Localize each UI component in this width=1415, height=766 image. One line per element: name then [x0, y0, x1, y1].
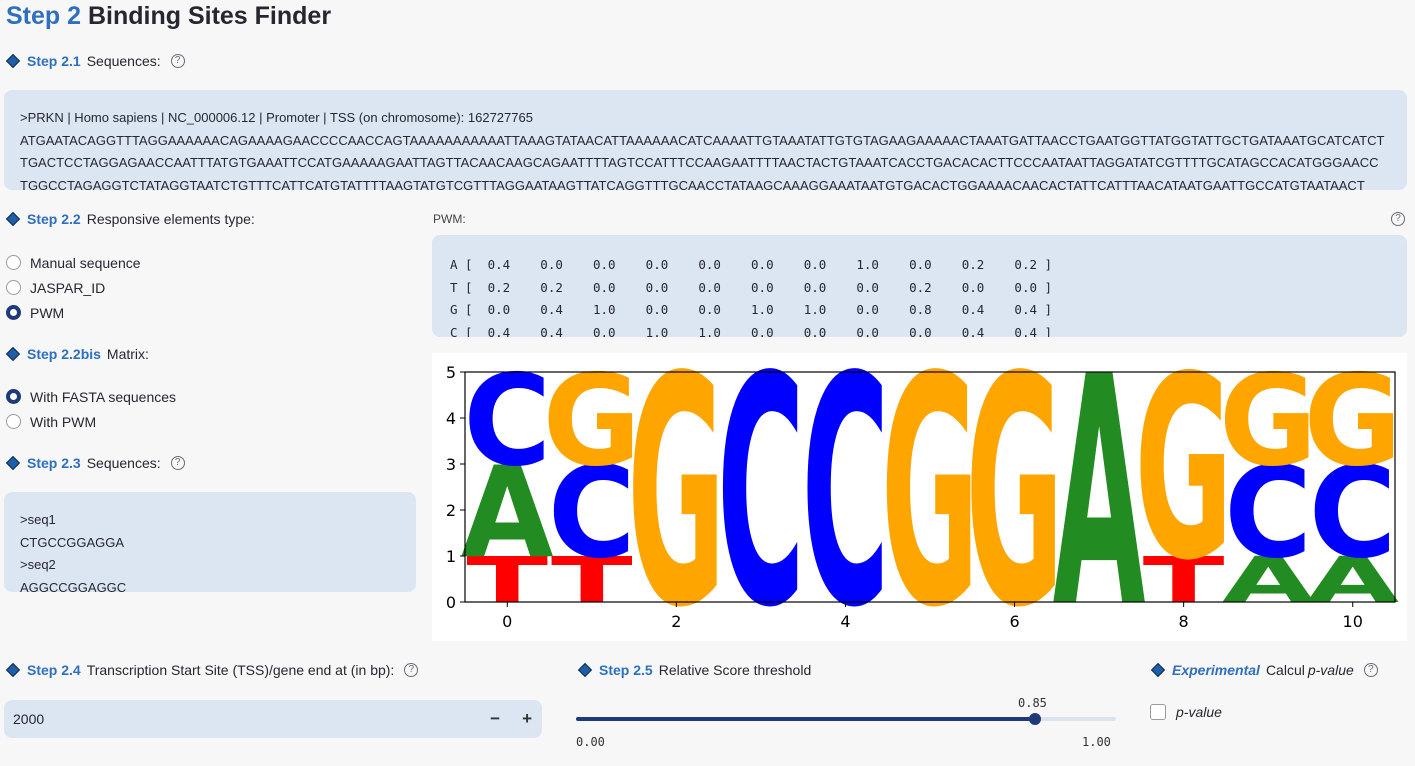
pwm-textarea[interactable]: A [ 0.4 0.0 0.0 0.0 0.0 0.0 0.0 1.0 0.0 …: [432, 235, 1407, 337]
diamond-icon: [5, 53, 21, 69]
radio-with-pwm[interactable]: With PWM: [6, 409, 176, 434]
tss-value: 2000: [13, 711, 45, 727]
x-tick-label: 4: [840, 612, 850, 631]
step-2-2-label: Step 2.2 Responsive elements type:: [5, 211, 255, 227]
diamond-icon: [1150, 662, 1166, 678]
sequence-logo-panel: T A C T C G G C C G G A T G A C G A C G 0 1 2 3 4 5 0 2 4 6 8 10: [432, 311, 1407, 677]
y-tick-label: 1: [446, 547, 456, 566]
logo-letter-C: C: [802, 353, 890, 641]
increment-button[interactable]: +: [522, 709, 532, 729]
x-tick-label: 10: [1343, 612, 1363, 631]
slider-value-label: 0.85: [1018, 696, 1047, 710]
logo-letter-G: G: [965, 353, 1063, 641]
y-tick-label: 5: [446, 363, 456, 382]
pwm-label: PWM:: [433, 212, 466, 226]
pvalue-checkbox[interactable]: [1150, 704, 1166, 720]
radio-with-fasta[interactable]: With FASTA sequences: [6, 384, 176, 409]
step-2-5-label: Step 2.5 Relative Score threshold: [577, 662, 811, 678]
step-2-1-label: Step 2.1 Sequences: ?: [5, 53, 185, 69]
diamond-icon: [5, 346, 21, 362]
radio-button[interactable]: [6, 280, 21, 295]
diamond-icon: [5, 662, 21, 678]
x-tick-label: 0: [502, 612, 512, 631]
step-2-4-label: Step 2.4 Transcription Start Site (TSS)/…: [5, 662, 419, 678]
help-icon[interactable]: ?: [404, 663, 419, 677]
logo-letter-G: G: [627, 353, 725, 641]
y-tick-label: 2: [446, 501, 456, 520]
diamond-icon: [5, 455, 21, 471]
logo-letter-A: A: [1053, 353, 1146, 641]
matrix-radio-group: With FASTA sequences With PWM: [6, 384, 176, 434]
radio-button[interactable]: [6, 414, 21, 429]
score-threshold-slider[interactable]: [576, 713, 1116, 725]
radio-manual-sequence[interactable]: Manual sequence: [6, 250, 141, 275]
logo-letter-C: C: [717, 353, 805, 641]
diamond-icon: [577, 662, 593, 678]
radio-jaspar-id[interactable]: JASPAR_ID: [6, 275, 141, 300]
pvalue-checkbox-row[interactable]: p-value: [1150, 704, 1222, 720]
x-tick-label: 6: [1009, 612, 1019, 631]
help-icon[interactable]: ?: [1363, 663, 1378, 677]
element-type-radio-group: Manual sequence JASPAR_ID PWM: [6, 250, 141, 325]
logo-letter-C: C: [463, 353, 551, 494]
slider-min-label: 0.00: [576, 735, 605, 749]
slider-thumb[interactable]: [1029, 713, 1041, 725]
logo-letter-G: G: [1304, 353, 1402, 494]
decrement-button[interactable]: −: [490, 709, 500, 729]
radio-button-selected[interactable]: [6, 389, 21, 404]
slider-max-label: 1.00: [1082, 735, 1111, 749]
x-tick-label: 2: [671, 612, 681, 631]
experimental-label: Experimental Calcul p-value ?: [1150, 662, 1378, 678]
radio-button-selected[interactable]: [6, 305, 21, 320]
sequence-logo-chart: TACTCGGCCGGATGACGACG0123450 2 4 6 8 10: [446, 311, 1402, 677]
radio-button[interactable]: [6, 255, 21, 270]
y-tick-label: 4: [446, 409, 456, 428]
step-2-3-label: Step 2.3 Sequences: ?: [5, 455, 185, 471]
help-icon[interactable]: ?: [170, 54, 185, 68]
radio-pwm[interactable]: PWM: [6, 300, 141, 325]
tss-number-input[interactable]: 2000 − +: [4, 700, 542, 738]
slider-fill: [576, 717, 1035, 721]
help-icon[interactable]: ?: [170, 456, 185, 470]
diamond-icon: [5, 211, 21, 227]
y-tick-label: 3: [446, 455, 456, 474]
x-tick-label: 8: [1179, 612, 1189, 631]
page-title: Step 2 Binding Sites Finder: [6, 2, 332, 30]
fasta-sequences-textarea[interactable]: >seq1 CTGCCGGAGGA >seq2 AGGCCGGAGGC: [4, 492, 416, 592]
help-icon[interactable]: ?: [1391, 212, 1405, 226]
step-2-2bis-label: Step 2.2bis Matrix:: [5, 346, 149, 362]
y-tick-label: 0: [446, 593, 456, 612]
promoter-sequence-textarea[interactable]: >PRKN | Homo sapiens | NC_000006.12 | Pr…: [4, 90, 1407, 190]
